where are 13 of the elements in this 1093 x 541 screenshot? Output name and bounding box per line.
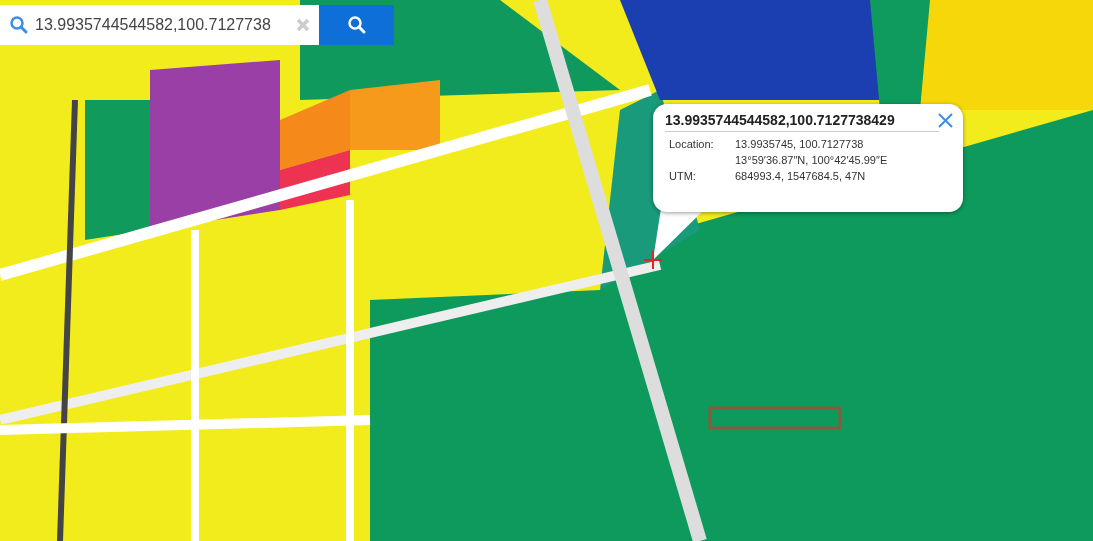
row-value: 13°59′36.87″N, 100°42′45.99″E: [735, 154, 888, 166]
search-field[interactable]: 13.9935744544582,100.7127738: [0, 5, 319, 45]
popup-title: 13.9935744544582,100.7127738429: [665, 112, 895, 128]
close-icon[interactable]: [938, 112, 953, 128]
search-button[interactable]: [319, 5, 394, 45]
row-label: UTM:: [669, 170, 696, 182]
row-label: Location:: [669, 138, 714, 150]
crosshair-marker-icon: [644, 251, 662, 269]
row-value: 13.9935745, 100.7127738: [735, 138, 864, 150]
search-icon: [346, 15, 367, 35]
search-icon: [9, 15, 29, 35]
map-drawing[interactable]: [0, 0, 1093, 541]
row-value: 684993.4, 1547684.5, 47N: [735, 170, 866, 182]
